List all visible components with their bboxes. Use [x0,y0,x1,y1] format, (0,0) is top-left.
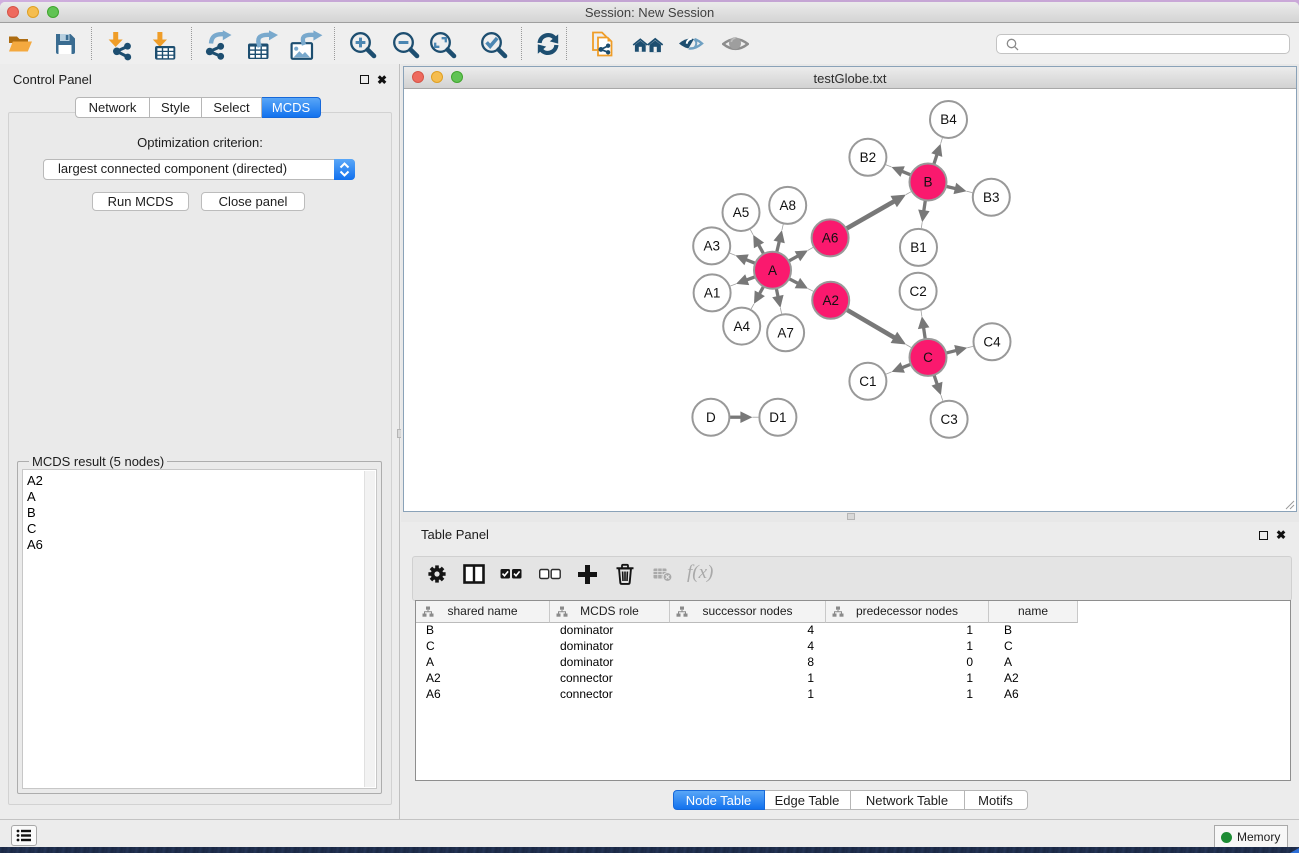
svg-text:D: D [706,410,716,425]
svg-text:C1: C1 [859,374,876,389]
svg-text:C4: C4 [983,335,1001,350]
svg-text:A5: A5 [733,205,750,220]
svg-text:B: B [923,175,932,190]
svg-text:A3: A3 [703,239,720,254]
svg-text:B4: B4 [940,112,957,127]
svg-text:A2: A2 [822,293,839,308]
svg-text:A1: A1 [704,286,721,301]
svg-text:A: A [768,263,777,278]
svg-text:A6: A6 [822,231,839,246]
svg-text:A8: A8 [779,198,796,213]
svg-text:A4: A4 [733,319,750,334]
svg-text:A7: A7 [777,326,794,341]
svg-text:B1: B1 [910,240,927,255]
svg-text:C: C [923,350,933,365]
svg-text:B2: B2 [860,150,877,165]
svg-text:D1: D1 [769,410,786,425]
svg-text:B3: B3 [983,190,1000,205]
svg-text:C2: C2 [909,284,926,299]
svg-text:C3: C3 [940,412,957,427]
